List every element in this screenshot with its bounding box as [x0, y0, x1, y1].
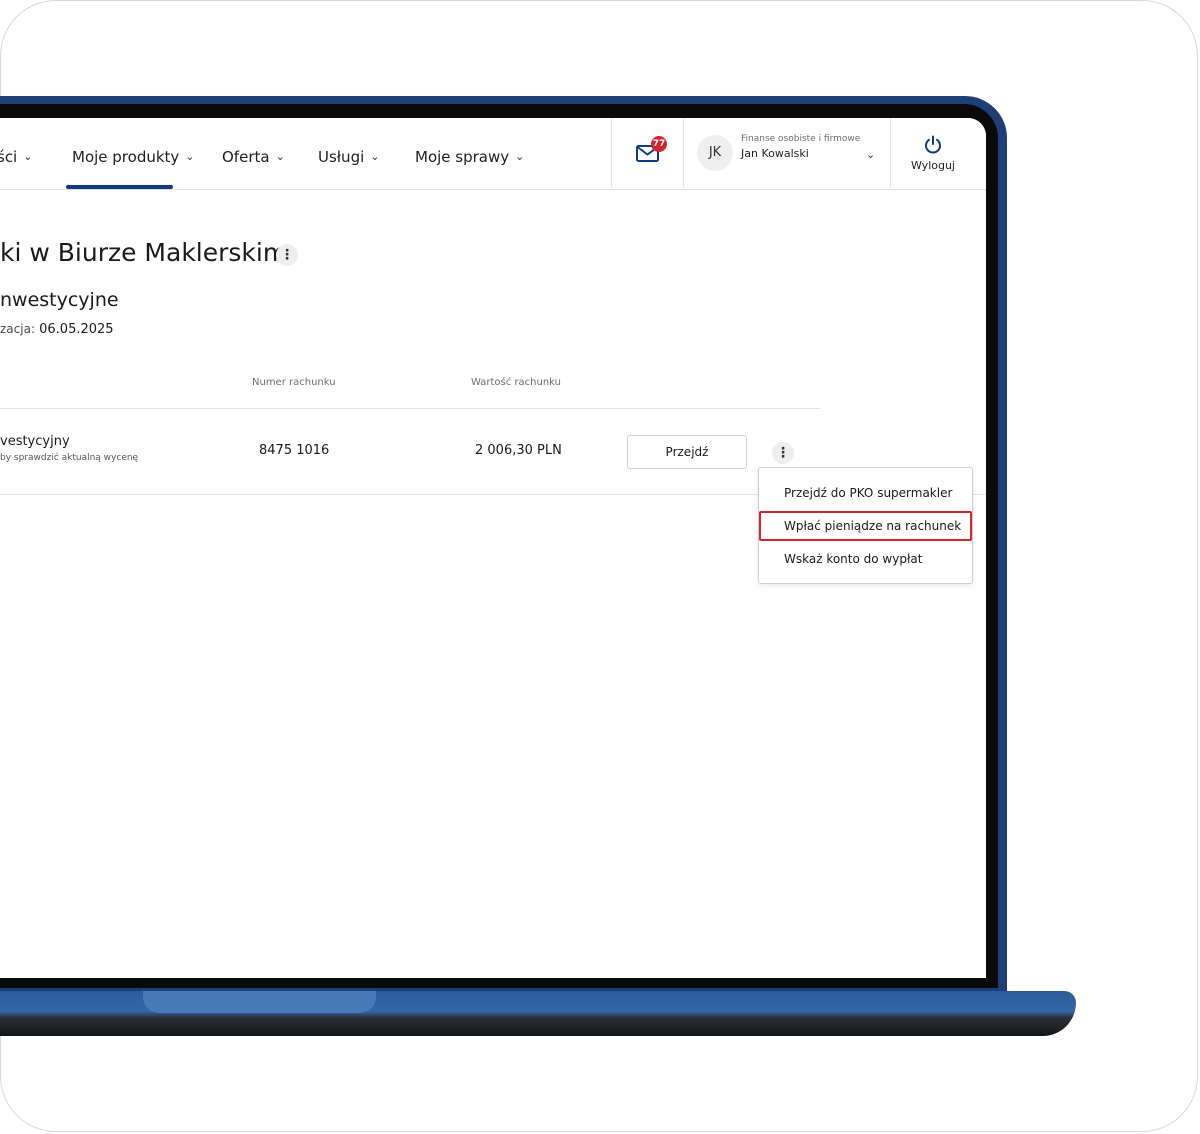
nav-item-label: ści	[0, 148, 18, 166]
active-tab-indicator	[66, 185, 173, 189]
section-title: nwestycyjne	[0, 289, 119, 311]
page-title: ki w Biurze Maklerskim	[0, 238, 288, 267]
chevron-down-icon: ⌄	[185, 149, 195, 163]
nav-item-my-products[interactable]: Moje produkty ⌄	[72, 148, 195, 166]
user-name[interactable]: Jan Kowalski	[741, 147, 809, 160]
laptop-screen: ści ⌄ Moje produkty ⌄ Oferta ⌄ Usługi ⌄ …	[0, 118, 986, 978]
mail-count-badge: 77	[651, 136, 667, 152]
avatar[interactable]: JK	[697, 135, 733, 171]
chevron-down-icon: ⌄	[23, 149, 33, 163]
nav-divider	[890, 118, 891, 188]
nav-item-partial[interactable]: ści ⌄	[0, 148, 32, 166]
account-value: 2 006,30 PLN	[475, 443, 562, 458]
nav-item-label: Oferta	[222, 148, 270, 166]
chevron-down-icon: ⌄	[370, 149, 380, 163]
account-subtext: by sprawdzić aktualną wycenę	[0, 453, 139, 463]
logout-button[interactable]: Wyloguj	[911, 159, 955, 172]
column-header-account-number: Numer rachunku	[252, 377, 336, 388]
column-header-account-value: Wartość rachunku	[471, 377, 561, 388]
user-context-label: Finanse osobiste i firmowe	[741, 134, 861, 144]
more-options-icon[interactable]: ⋮	[276, 244, 298, 266]
update-label: zacja:	[0, 322, 35, 336]
chevron-down-icon: ⌄	[515, 149, 525, 163]
go-to-account-button[interactable]: Przejdź	[627, 435, 747, 469]
update-info: zacja: 06.05.2025	[0, 322, 114, 337]
nav-item-my-matters[interactable]: Moje sprawy ⌄	[415, 148, 524, 166]
top-navigation: ści ⌄ Moje produkty ⌄ Oferta ⌄ Usługi ⌄ …	[0, 118, 986, 190]
laptop-base-notch	[143, 991, 376, 1013]
account-actions-menu: Przejdź do PKO supermakler Wpłać pieniąd…	[758, 467, 973, 584]
account-name: vestycyjny	[0, 434, 70, 449]
nav-item-offer[interactable]: Oferta ⌄	[222, 148, 285, 166]
account-number: 8475 1016	[259, 443, 330, 458]
row-more-options-icon[interactable]: ⋮	[772, 442, 794, 464]
nav-divider	[683, 118, 684, 188]
nav-item-label: Usługi	[318, 148, 365, 166]
nav-item-label: Moje produkty	[72, 148, 180, 166]
menu-item-deposit-money[interactable]: Wpłać pieniądze na rachunek	[759, 511, 972, 541]
nav-divider	[611, 118, 612, 188]
table-header-divider	[0, 408, 820, 409]
power-icon[interactable]	[923, 135, 943, 155]
menu-item-go-to-supermakler[interactable]: Przejdź do PKO supermakler	[759, 478, 972, 508]
update-date: 06.05.2025	[39, 322, 114, 337]
nav-item-label: Moje sprawy	[415, 148, 510, 166]
chevron-down-icon: ⌄	[275, 149, 285, 163]
nav-item-services[interactable]: Usługi ⌄	[318, 148, 379, 166]
chevron-down-icon[interactable]: ⌄	[866, 148, 875, 161]
menu-item-set-withdrawal-account[interactable]: Wskaż konto do wypłat	[759, 544, 972, 574]
